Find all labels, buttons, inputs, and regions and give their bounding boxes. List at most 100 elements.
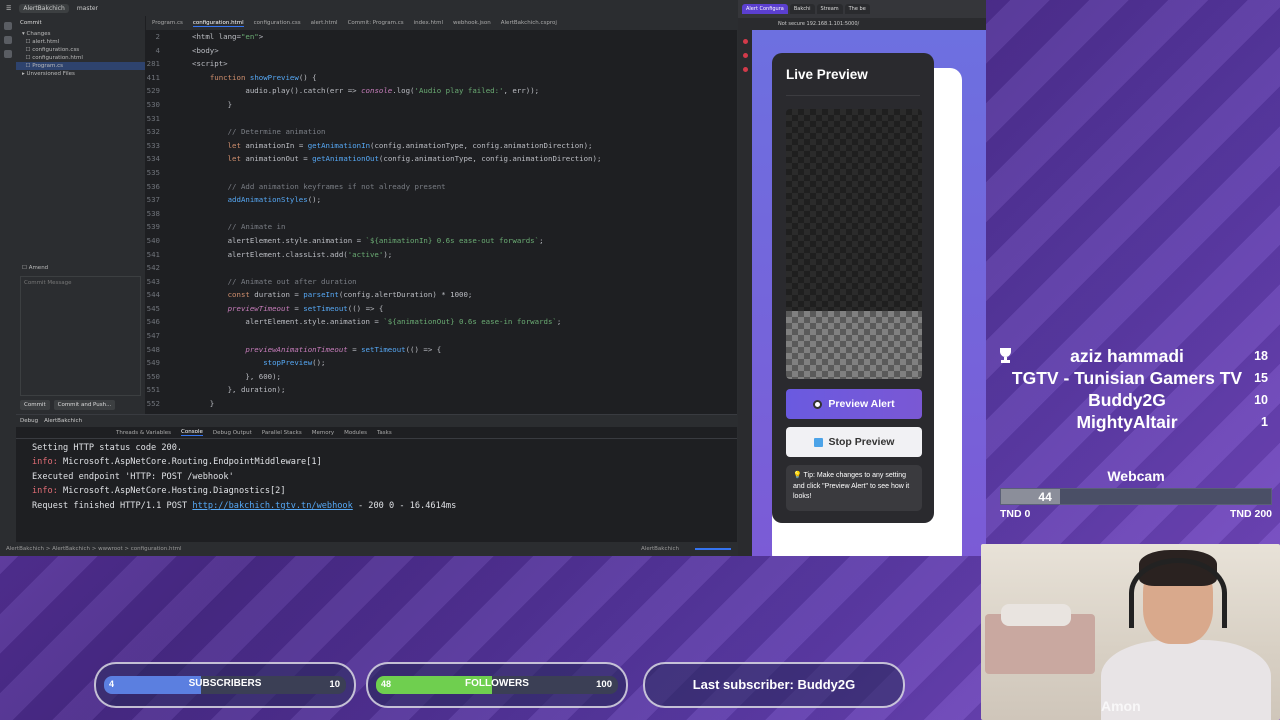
debug-tab-console[interactable]: Console (181, 429, 203, 436)
file-name: configuration.css (32, 47, 80, 53)
address-bar[interactable]: Not secure 192.168.1.101:5000/ (738, 18, 986, 30)
debug-config[interactable]: AlertBakchich (44, 418, 82, 424)
debug-tab[interactable]: Modules (344, 430, 367, 436)
commit-button[interactable]: Commit (20, 400, 50, 410)
code-line[interactable]: 532 // Determine animation (146, 125, 737, 139)
commit-panel-title: Commit (20, 20, 42, 26)
line-number: 544 (146, 290, 160, 300)
editor-tab[interactable]: alert.html (311, 20, 338, 26)
debug-tab[interactable]: Parallel Stacks (262, 430, 302, 436)
project-name[interactable]: AlertBakchich (19, 3, 69, 13)
sidebar-icon[interactable] (742, 53, 748, 58)
code-line[interactable]: 539 // Animate in (146, 220, 737, 234)
editor-tab[interactable]: webhook.json (453, 20, 491, 26)
changed-file[interactable]: ☐ configuration.css (16, 46, 145, 54)
code-line[interactable]: 549 stopPreview(); (146, 356, 737, 370)
leaderboard-row: TGTV - Tunisian Gamers TV 15 (996, 368, 1276, 390)
webhook-link[interactable]: http://bakchich.tgtv.tn/webhook (192, 501, 352, 511)
menu-icon[interactable]: ☰ (6, 5, 11, 12)
debug-tab[interactable]: Debug Output (213, 430, 252, 436)
goal-track: 44 (1000, 488, 1272, 505)
code-text: stopPreview(); (263, 358, 326, 368)
code-line[interactable]: 546 alertElement.style.animation = `${an… (146, 315, 737, 329)
code-text: } (192, 99, 233, 109)
followers-target: 100 (596, 679, 612, 690)
line-number: 551 (146, 385, 160, 395)
debug-tab[interactable]: Tasks (377, 430, 392, 436)
code-line[interactable]: 536 // Add animation keyframes if not al… (146, 180, 737, 194)
browser-sidebar (738, 30, 752, 556)
code-line[interactable]: 4 <body> (146, 44, 737, 58)
git-tool-icon[interactable] (4, 50, 12, 58)
editor-tab[interactable]: Commit: Program.cs (348, 20, 404, 26)
code-line[interactable]: 550 }, 600); (146, 370, 737, 384)
commit-tool-icon[interactable] (4, 22, 12, 30)
line-number: 549 (146, 358, 160, 368)
stop-preview-button[interactable]: Stop Preview (786, 427, 922, 457)
code-editor[interactable]: 2 <html lang="en"> 4 <body> 281 <script> 411 f… (146, 30, 737, 414)
commit-message-input[interactable]: Commit Message (20, 276, 141, 396)
sidebar-icon[interactable] (742, 39, 748, 44)
code-line[interactable]: 543 // Animate out after duration (146, 275, 737, 289)
unversioned-group[interactable]: ▸ Unversioned Files (16, 70, 145, 78)
line-number: 411 (146, 72, 160, 82)
code-line[interactable]: 551 }, duration); (146, 383, 737, 397)
editor-tab[interactable]: index.html (414, 20, 443, 26)
code-text: let animationOut = getAnimationOut(confi… (227, 154, 602, 164)
code-line[interactable]: 537 addAnimationStyles(); (146, 193, 737, 207)
code-line[interactable]: 540 alertElement.style.animation = `${an… (146, 234, 737, 248)
editor-tab[interactable]: AlertBakchich.csproj (501, 20, 557, 26)
code-line[interactable]: 545 previewTimeout = setTimeout(() => { (146, 302, 737, 316)
code-line[interactable]: 534 let animationOut = getAnimationOut(c… (146, 152, 737, 166)
code-line[interactable]: 281 <script> (146, 57, 737, 71)
code-line[interactable]: 538 (146, 207, 737, 221)
changed-file[interactable]: ☐ alert.html (16, 38, 145, 46)
webcam-watermark: Amon (1101, 698, 1141, 714)
commit-push-button[interactable]: Commit and Push... (53, 400, 116, 410)
debug-tab[interactable]: Threads & Variables (116, 430, 171, 436)
code-line[interactable]: 411 function showPreview() { (146, 71, 737, 85)
preview-alert-button[interactable]: Preview Alert (786, 389, 922, 419)
code-text: let animationIn = getAnimationIn(config.… (227, 140, 593, 150)
live-preview-panel: Live Preview Preview Alert Stop Preview … (772, 53, 934, 523)
ide-titlebar: ☰ AlertBakchich master (0, 0, 737, 16)
code-line[interactable]: 533 let animationIn = getAnimationIn(con… (146, 139, 737, 153)
changes-group[interactable]: ▾ Changes (16, 30, 145, 38)
log-level: info: (32, 457, 58, 468)
browser-tab[interactable]: Stream (816, 4, 843, 14)
code-line[interactable]: 535 (146, 166, 737, 180)
editor-tab[interactable]: configuration.css (254, 20, 301, 26)
code-line[interactable]: 544 const duration = parseInt(config.ale… (146, 288, 737, 302)
line-number: 541 (146, 249, 160, 259)
log-text: Executed endpoint 'HTTP: POST /webhook' (32, 471, 234, 482)
live-preview-title: Live Preview (786, 67, 868, 82)
changed-file[interactable]: ☐ configuration.html (16, 54, 145, 62)
code-line[interactable]: 548 previewAnimationTimeout = setTimeout… (146, 343, 737, 357)
debug-tab[interactable]: Memory (312, 430, 334, 436)
sidebar-icon[interactable] (742, 67, 748, 72)
browser-tab-active[interactable]: Alert Configura (742, 4, 788, 14)
code-text: }, duration); (192, 385, 286, 395)
code-line[interactable]: 541 alertElement.classList.add('active')… (146, 248, 737, 262)
code-text: // Add animation keyframes if not alread… (192, 181, 446, 191)
code-text: function showPreview() { (209, 72, 317, 82)
editor-tab[interactable]: Program.cs (152, 20, 183, 26)
code-line[interactable]: 529 audio.play().catch(err => console.lo… (146, 84, 737, 98)
code-line[interactable]: 531 (146, 112, 737, 126)
donation-goal: Webcam 44 TND 0 TND 200 (1000, 468, 1272, 520)
code-line[interactable]: 530 } (146, 98, 737, 112)
code-line[interactable]: 547 (146, 329, 737, 343)
project-tool-icon[interactable] (4, 36, 12, 44)
code-line[interactable]: 552 } (146, 397, 737, 411)
code-line[interactable]: 2 <html lang="en"> (146, 30, 737, 44)
amend-checkbox[interactable]: ☐ Amend (16, 264, 54, 272)
changed-file[interactable]: ☐ Program.cs (16, 62, 145, 70)
browser-tab[interactable]: The be (844, 4, 870, 14)
browser-tab[interactable]: Bakchi (789, 4, 815, 14)
branch-name[interactable]: master (77, 5, 98, 12)
code-line[interactable]: 542 (146, 261, 737, 275)
editor-tab-active[interactable]: configuration.html (192, 20, 244, 27)
status-path[interactable]: AlertBakchich > AlertBakchich > wwwroot … (6, 546, 182, 552)
